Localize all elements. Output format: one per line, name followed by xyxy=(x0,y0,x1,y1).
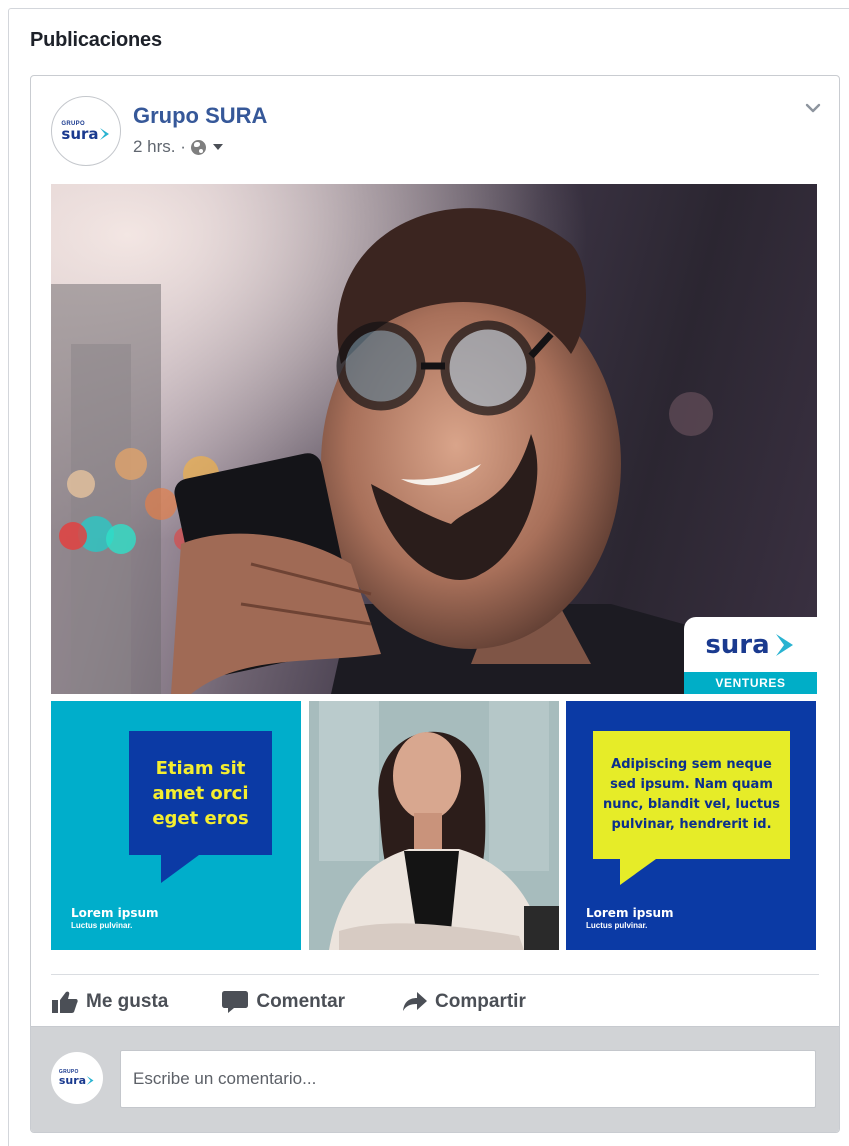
post-actions: Me gusta Comentar Compartir xyxy=(51,980,819,1024)
sura-logo: GRUPO sura xyxy=(61,121,110,142)
thumbnail-2[interactable] xyxy=(309,701,559,950)
sura-logo: GRUPO sura xyxy=(59,1070,95,1086)
like-button[interactable]: Me gusta xyxy=(52,991,168,1013)
comment-composer: GRUPO sura xyxy=(31,1026,839,1132)
badge-label: VENTURES xyxy=(684,672,817,694)
sura-wing-icon xyxy=(775,633,793,656)
speech-bubble-icon xyxy=(222,991,249,1013)
thumbnail-1[interactable]: Etiam sit amet orci eget eros Lorem ipsu… xyxy=(51,701,301,950)
post-meta: 2 hrs. · xyxy=(133,137,223,157)
thumb-caption: Lorem ipsum Luctus pulvinar. xyxy=(586,906,674,930)
chevron-down-icon[interactable] xyxy=(805,100,821,116)
page-avatar[interactable]: GRUPO sura xyxy=(51,96,121,166)
bubble-tail xyxy=(620,859,656,885)
audience-caret-icon[interactable] xyxy=(212,144,223,150)
logo-word: sura xyxy=(61,124,99,143)
thumbs-up-icon xyxy=(52,991,78,1013)
user-avatar[interactable]: GRUPO sura xyxy=(51,1052,103,1104)
sura-ventures-badge: sura VENTURES xyxy=(684,617,817,694)
thumb-caption: Lorem ipsum Luctus pulvinar. xyxy=(71,906,159,930)
comment-button[interactable]: Comentar xyxy=(222,990,345,1014)
post-timestamp[interactable]: 2 hrs. · xyxy=(133,137,186,157)
main-photo[interactable]: sura VENTURES xyxy=(51,184,817,694)
section-title: Publicaciones xyxy=(30,29,162,51)
thumbnail-3[interactable]: Adipiscing sem neque sed ipsum. Nam quam… xyxy=(566,701,816,950)
badge-word: sura xyxy=(705,629,770,660)
share-arrow-icon xyxy=(403,992,428,1011)
sura-wing-icon xyxy=(86,1076,94,1085)
bubble-tail xyxy=(161,855,199,883)
logo-word: sura xyxy=(58,1074,87,1087)
speech-bubble: Adipiscing sem neque sed ipsum. Nam quam… xyxy=(593,731,790,859)
share-button[interactable]: Compartir xyxy=(403,991,526,1013)
bubble-text: Etiam sit amet orci eget eros xyxy=(152,757,249,829)
sura-wing-icon xyxy=(99,128,109,140)
page-name-link[interactable]: Grupo SURA xyxy=(133,103,267,129)
woman-portrait-illustration xyxy=(309,701,559,950)
post-card: GRUPO sura Grupo SURA 2 hrs. · sura VENT… xyxy=(30,75,840,1133)
bubble-text: Adipiscing sem neque sed ipsum. Nam quam… xyxy=(602,757,781,832)
divider xyxy=(51,974,819,975)
globe-icon xyxy=(190,139,206,155)
speech-bubble: Etiam sit amet orci eget eros xyxy=(129,731,272,855)
comment-input[interactable] xyxy=(120,1050,816,1108)
